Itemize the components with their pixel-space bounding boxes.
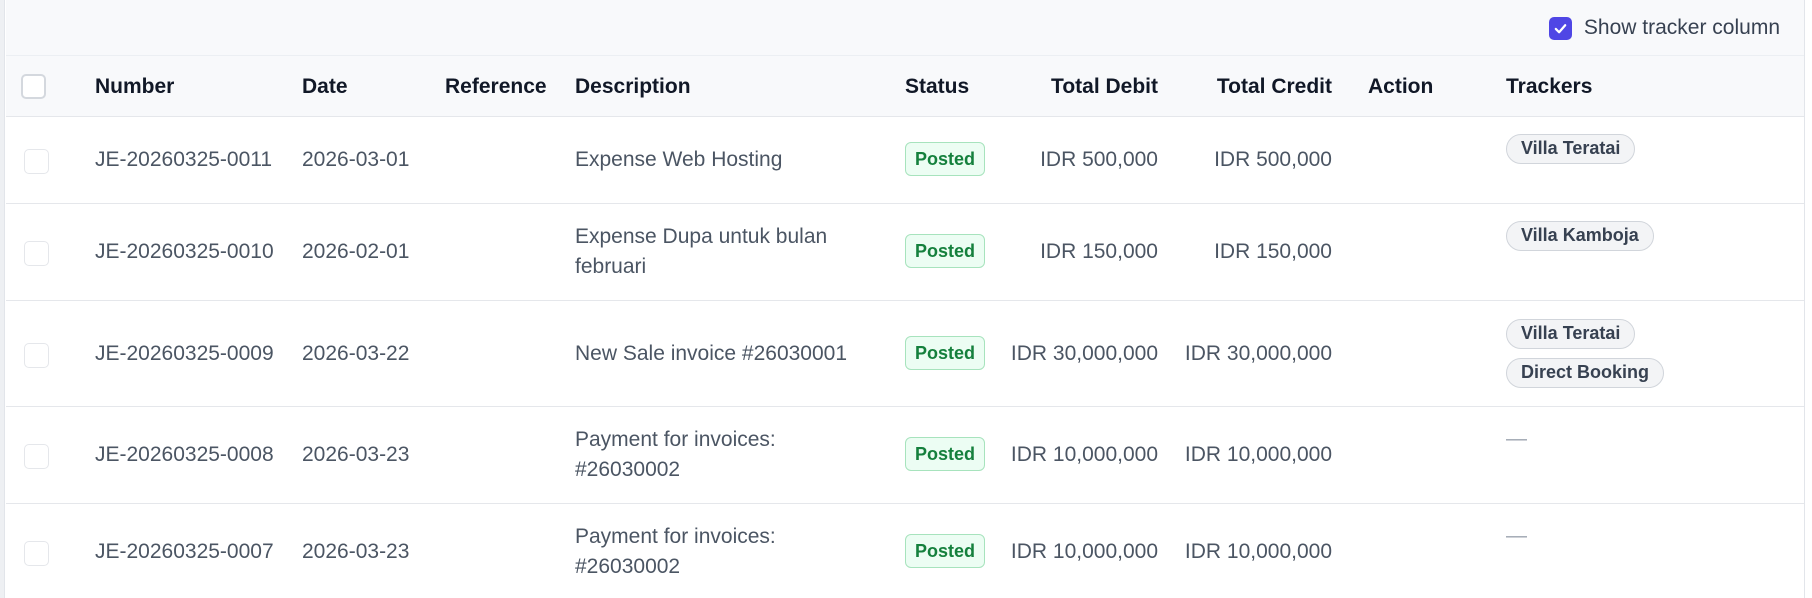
table-header: Number Date Reference Description Status… xyxy=(6,55,1804,117)
right-scroll-edge xyxy=(1804,0,1812,598)
row-checkbox[interactable] xyxy=(24,241,49,266)
cell-total-debit: IDR 10,000,000 xyxy=(1010,540,1158,563)
column-total-debit[interactable]: Total Debit xyxy=(1006,75,1158,99)
table-row[interactable]: JE-20260325-0009 2026-03-22 New Sale inv… xyxy=(6,301,1804,407)
status-badge: Posted xyxy=(905,437,985,471)
row-checkbox[interactable] xyxy=(24,541,49,566)
cell-description: Payment for invoices: #26030002 xyxy=(575,428,776,481)
status-badge: Posted xyxy=(905,336,985,370)
cell-date: 2026-03-01 xyxy=(302,148,410,171)
cell-total-debit: IDR 30,000,000 xyxy=(1010,342,1158,365)
trackers-cell: Villa Teratai xyxy=(1506,134,1636,173)
left-border xyxy=(0,0,5,598)
cell-number[interactable]: JE-20260325-0009 xyxy=(95,339,274,369)
cell-date: 2026-02-01 xyxy=(302,240,410,263)
cell-number[interactable]: JE-20260325-0010 xyxy=(95,237,274,267)
cell-description: Expense Dupa untuk bulan februari xyxy=(575,225,828,278)
cell-total-debit: IDR 10,000,000 xyxy=(1010,443,1158,466)
row-checkbox[interactable] xyxy=(24,149,49,174)
cell-description: New Sale invoice #26030001 xyxy=(575,342,848,365)
tracker-tag: Villa Teratai xyxy=(1506,134,1636,164)
tracker-tag: Villa Kamboja xyxy=(1506,221,1654,251)
trackers-empty: — xyxy=(1506,427,1527,450)
trackers-cell: — xyxy=(1506,427,1527,451)
status-badge: Posted xyxy=(905,534,985,568)
cell-number[interactable]: JE-20260325-0008 xyxy=(95,440,274,470)
cell-date: 2026-03-23 xyxy=(302,443,410,466)
table-toolbar: Show tracker column xyxy=(6,0,1804,55)
table-row[interactable]: JE-20260325-0010 2026-02-01 Expense Dupa… xyxy=(6,204,1804,301)
status-badge: Posted xyxy=(905,142,985,176)
cell-total-credit: IDR 30,000,000 xyxy=(1184,342,1332,365)
tracker-tag: Villa Teratai xyxy=(1506,319,1636,349)
cell-description: Payment for invoices: #26030002 xyxy=(575,525,776,578)
table-row[interactable]: JE-20260325-0007 2026-03-23 Payment for … xyxy=(6,504,1804,598)
trackers-cell: — xyxy=(1506,524,1527,548)
checkbox-checked-icon[interactable] xyxy=(1548,16,1572,40)
status-badge: Posted xyxy=(905,234,985,268)
trackers-cell: Villa Teratai Direct Booking xyxy=(1506,319,1665,397)
column-number[interactable]: Number xyxy=(95,75,174,99)
cell-total-debit: IDR 150,000 xyxy=(1040,240,1158,263)
cell-total-debit: IDR 500,000 xyxy=(1040,148,1158,171)
cell-number[interactable]: JE-20260325-0011 xyxy=(95,145,272,175)
table-row[interactable]: JE-20260325-0008 2026-03-23 Payment for … xyxy=(6,407,1804,504)
cell-date: 2026-03-22 xyxy=(302,342,410,365)
column-reference[interactable]: Reference xyxy=(445,75,547,99)
show-tracker-toggle[interactable]: Show tracker column xyxy=(1548,15,1780,41)
select-all-checkbox[interactable] xyxy=(21,74,46,99)
row-checkbox[interactable] xyxy=(24,343,49,368)
cell-date: 2026-03-23 xyxy=(302,540,410,563)
column-total-credit[interactable]: Total Credit xyxy=(1176,75,1332,99)
cell-total-credit: IDR 10,000,000 xyxy=(1184,443,1332,466)
column-status[interactable]: Status xyxy=(905,75,969,99)
tracker-tag: Direct Booking xyxy=(1506,358,1665,388)
table-row[interactable]: JE-20260325-0011 2026-03-01 Expense Web … xyxy=(6,117,1804,204)
cell-description: Expense Web Hosting xyxy=(575,148,783,171)
cell-number[interactable]: JE-20260325-0007 xyxy=(95,537,274,567)
cell-total-credit: IDR 500,000 xyxy=(1214,148,1332,171)
show-tracker-label: Show tracker column xyxy=(1583,16,1780,39)
column-action: Action xyxy=(1368,75,1434,98)
trackers-cell: Villa Kamboja xyxy=(1506,221,1654,260)
column-date[interactable]: Date xyxy=(302,75,348,99)
journal-entries-page: Show tracker column Number Date Referenc… xyxy=(0,0,1812,598)
row-checkbox[interactable] xyxy=(24,444,49,469)
cell-total-credit: IDR 10,000,000 xyxy=(1184,540,1332,563)
column-trackers: Trackers xyxy=(1506,75,1593,98)
column-description[interactable]: Description xyxy=(575,75,691,99)
trackers-empty: — xyxy=(1506,524,1527,547)
cell-total-credit: IDR 150,000 xyxy=(1214,240,1332,263)
